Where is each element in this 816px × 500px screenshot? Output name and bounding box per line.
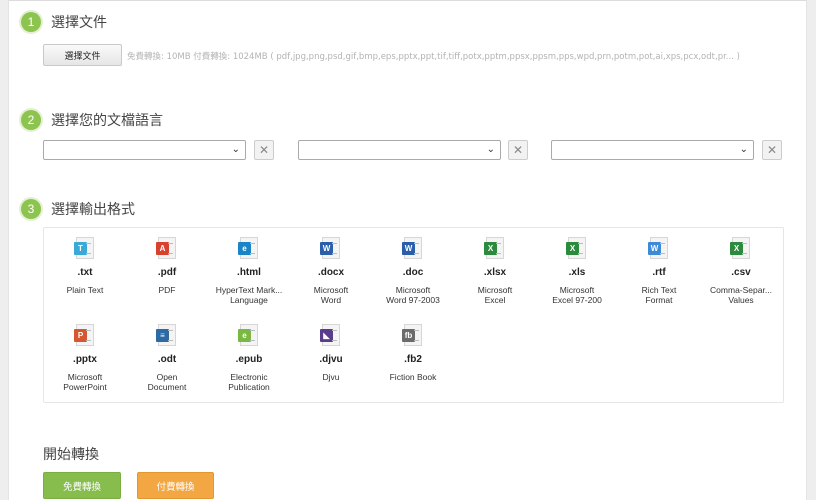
format-extension: .fb2	[404, 354, 422, 365]
file-limits-info: 免費轉換: 10MB 付費轉換: 1024MB ( pdf,jpg,png,ps…	[127, 52, 740, 62]
fb2-file-icon: fb	[402, 324, 422, 346]
choose-file-button[interactable]: 選擇文件	[43, 44, 122, 66]
format-option-xls[interactable]: X .xls Microsoft Excel 97-200	[536, 237, 618, 305]
html-file-icon: e	[238, 237, 258, 259]
format-option-epub[interactable]: e .epub Electronic Publication	[208, 324, 290, 392]
format-extension: .doc	[402, 267, 424, 278]
language-select-1[interactable]: ⌄	[43, 140, 246, 160]
format-extension: .csv	[731, 267, 751, 278]
format-option-odt[interactable]: ≡ .odt Open Document	[126, 324, 208, 392]
chevron-down-icon: ⌄	[231, 144, 240, 155]
rtf-file-icon: W	[648, 237, 668, 259]
step-2-number: 2	[21, 110, 41, 130]
format-label: Microsoft Excel 97-200	[552, 285, 602, 305]
excel-file-icon: X	[566, 237, 586, 259]
format-label: Open Document	[147, 372, 187, 392]
format-option-doc[interactable]: W .doc Microsoft Word 97-2003	[372, 237, 454, 305]
format-label: Microsoft Word 97-2003	[386, 285, 440, 305]
format-extension: .pdf	[157, 267, 177, 278]
language-clear-button-2[interactable]: ✕	[508, 140, 528, 160]
format-label: Microsoft PowerPoint	[63, 372, 107, 392]
format-label: PDF	[158, 285, 176, 295]
format-label: Rich Text Format	[641, 285, 677, 305]
step-3-number: 3	[21, 199, 41, 219]
format-option-xlsx[interactable]: X .xlsx Microsoft Excel	[454, 237, 536, 305]
step-1-number: 1	[21, 12, 41, 32]
format-extension: .html	[237, 267, 261, 278]
csv-file-icon: X	[730, 237, 750, 259]
format-option-docx[interactable]: W .docx Microsoft Word	[290, 237, 372, 305]
language-select-3[interactable]: ⌄	[551, 140, 754, 160]
djvu-file-icon: ◣	[320, 324, 340, 346]
format-option-csv[interactable]: X .csv Comma-Separ... Values	[700, 237, 782, 305]
language-clear-button-3[interactable]: ✕	[762, 140, 782, 160]
language-select-2[interactable]: ⌄	[298, 140, 501, 160]
step-2-header: 2 選擇您的文檔語言	[21, 110, 163, 130]
format-extension: .epub	[235, 354, 263, 365]
free-convert-button[interactable]: 免費轉換	[43, 472, 121, 499]
word-file-icon: W	[320, 237, 340, 259]
excel-file-icon: X	[484, 237, 504, 259]
format-label: Comma-Separ... Values	[710, 285, 772, 305]
step-1-title: 選擇文件	[51, 15, 107, 31]
step-2-title: 選擇您的文檔語言	[51, 113, 163, 129]
word-file-icon: W	[402, 237, 422, 259]
output-format-grid: T .txt Plain Text A .pdf PDF e .html HyperText M…	[43, 227, 784, 403]
format-option-pdf[interactable]: A .pdf PDF	[126, 237, 208, 295]
format-extension: .xlsx	[483, 267, 507, 278]
format-label: Electronic Publication	[228, 372, 270, 392]
format-label: Microsoft Word	[313, 285, 349, 305]
format-label: HyperText Mark... Language	[215, 285, 283, 305]
epub-file-icon: e	[238, 324, 258, 346]
format-extension: .docx	[317, 267, 345, 278]
paid-convert-button[interactable]: 付費轉換	[137, 472, 214, 499]
chevron-down-icon: ⌄	[486, 144, 495, 155]
format-option-txt[interactable]: T .txt Plain Text	[44, 237, 126, 295]
pdf-file-icon: A	[156, 237, 176, 259]
format-option-fb2[interactable]: fb .fb2 Fiction Book	[372, 324, 454, 382]
format-extension: .odt	[157, 354, 177, 365]
format-extension: .pptx	[73, 354, 97, 365]
powerpoint-file-icon: P	[74, 324, 94, 346]
format-label: Plain Text	[66, 285, 104, 295]
format-option-rtf[interactable]: W .rtf Rich Text Format	[618, 237, 700, 305]
format-extension: .xls	[568, 267, 586, 278]
step-3-title: 選擇輸出格式	[51, 202, 135, 218]
format-label: Microsoft Excel	[477, 285, 513, 305]
format-extension: .rtf	[652, 267, 666, 278]
step-1-header: 1 選擇文件	[21, 12, 107, 32]
format-option-html[interactable]: e .html HyperText Mark... Language	[208, 237, 290, 305]
step-3-header: 3 選擇輸出格式	[21, 199, 135, 219]
format-label: Fiction Book	[389, 372, 437, 382]
converter-panel: 1 選擇文件 選擇文件 免費轉換: 10MB 付費轉換: 1024MB ( pd…	[8, 0, 807, 500]
format-extension: .txt	[77, 267, 93, 278]
language-clear-button-1[interactable]: ✕	[254, 140, 274, 160]
format-label: Djvu	[322, 372, 340, 382]
chevron-down-icon: ⌄	[739, 144, 748, 155]
odt-file-icon: ≡	[156, 324, 176, 346]
format-option-djvu[interactable]: ◣ .djvu Djvu	[290, 324, 372, 382]
format-extension: .djvu	[319, 354, 343, 365]
start-conversion-title: 開始轉換	[43, 447, 99, 463]
txt-file-icon: T	[74, 237, 94, 259]
format-option-pptx[interactable]: P .pptx Microsoft PowerPoint	[44, 324, 126, 392]
